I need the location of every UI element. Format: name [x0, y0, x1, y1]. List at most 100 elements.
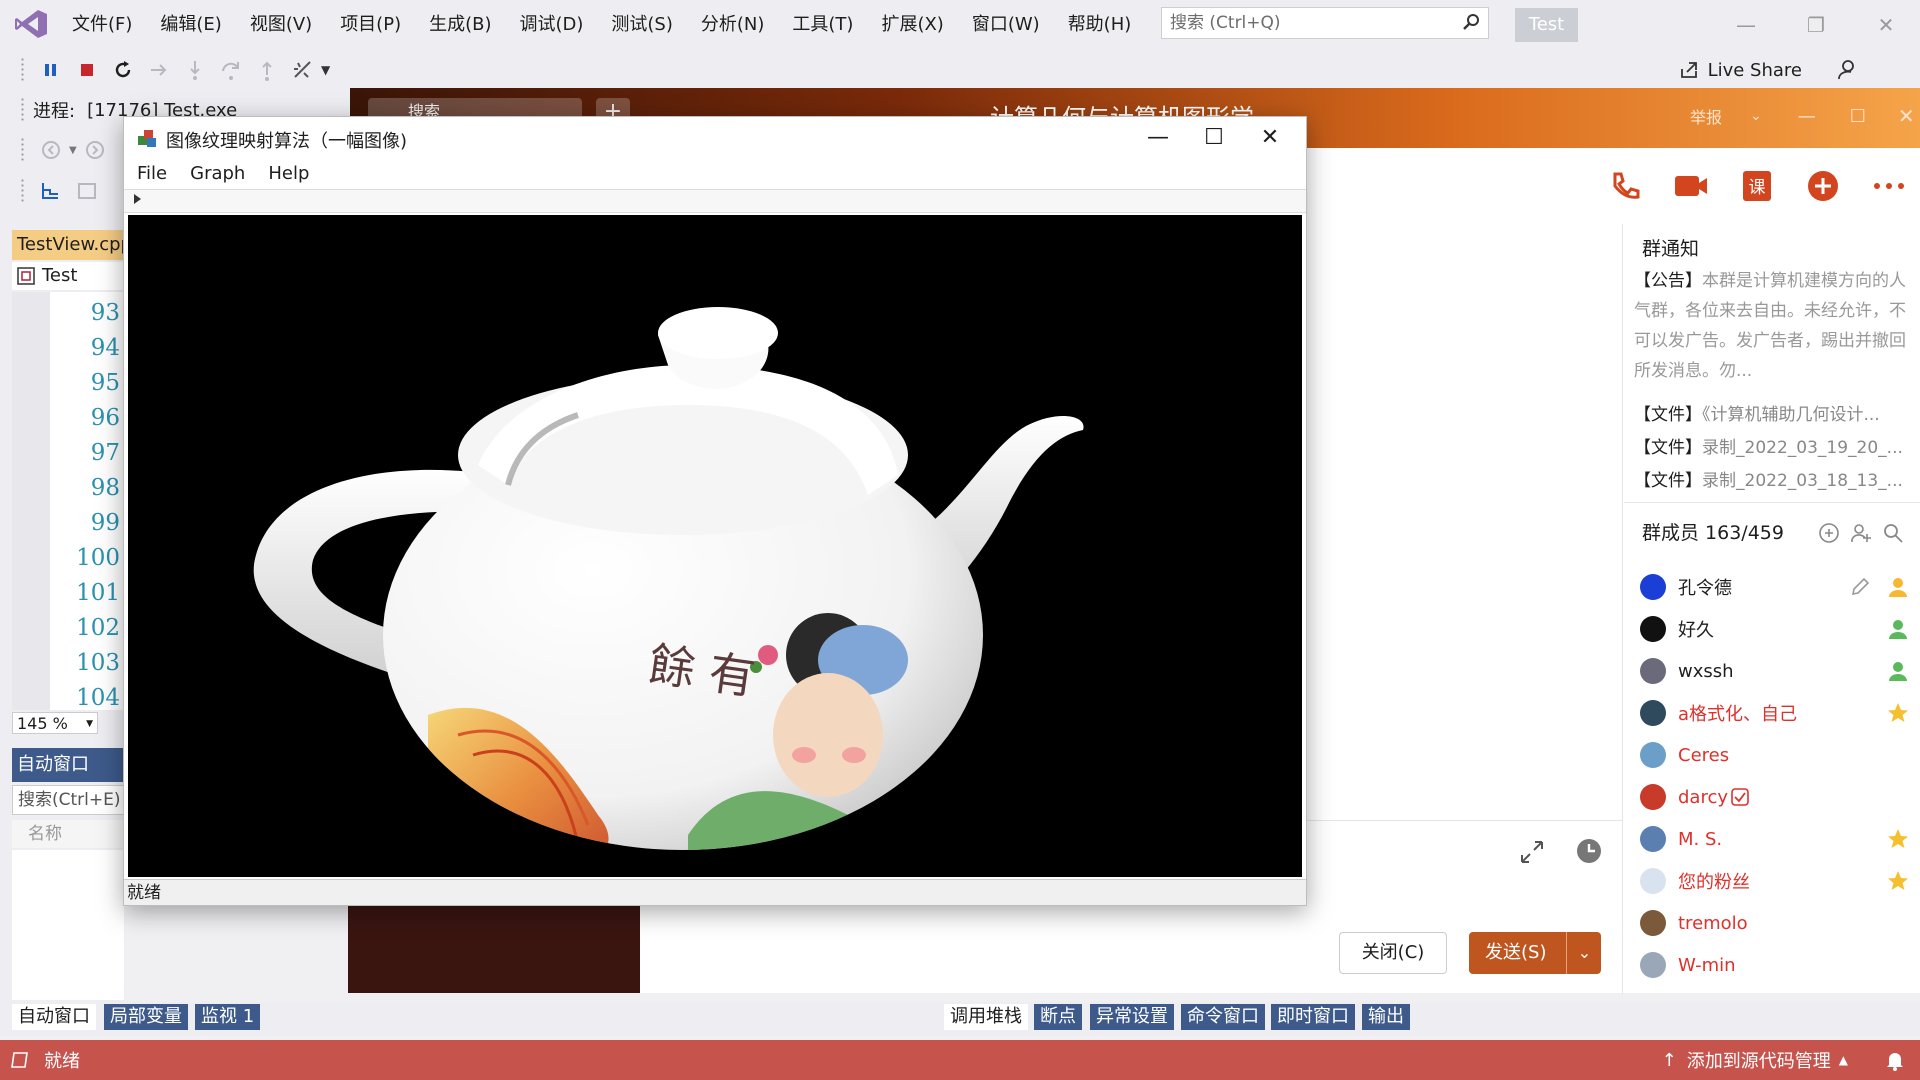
restart-icon[interactable]	[110, 57, 136, 83]
group-file-item[interactable]: 【文件】《计算机辅助几何设计...	[1634, 400, 1904, 425]
visual-studio-logo-icon[interactable]	[14, 8, 48, 40]
render-canvas[interactable]: 餘 有	[128, 215, 1302, 877]
chevron-down-icon[interactable]: ▼	[69, 145, 77, 156]
history-clock-icon[interactable]	[1574, 836, 1604, 866]
menu-help[interactable]: 帮助(H)	[1054, 0, 1146, 50]
menu-window[interactable]: 窗口(W)	[958, 0, 1054, 50]
menu-debug[interactable]: 调试(D)	[506, 0, 598, 50]
solution-name-badge[interactable]: Test	[1515, 8, 1578, 42]
hot-reload-icon[interactable]	[290, 57, 316, 83]
member-item[interactable]: 好久	[1640, 608, 1910, 650]
member-item[interactable]: 孔令德	[1640, 566, 1910, 608]
tab-auto-window[interactable]: 自动窗口	[12, 1004, 96, 1030]
tab-locals[interactable]: 局部变量	[104, 1004, 188, 1030]
qq-close-button[interactable]: ✕	[1898, 104, 1915, 128]
chevron-down-icon[interactable]: ▼	[86, 713, 93, 735]
member-item[interactable]: M. S.	[1640, 818, 1910, 860]
stop-icon[interactable]	[74, 57, 100, 83]
app-menu-file[interactable]: File	[124, 159, 177, 189]
auto-window-title[interactable]: 自动窗口	[12, 748, 124, 782]
document-tab-testview[interactable]: TestView.cpp	[12, 230, 124, 260]
app-minimize-button[interactable]: —	[1130, 121, 1186, 155]
menu-project[interactable]: 项目(P)	[326, 0, 415, 50]
group-file-item[interactable]: 【文件】录制_2022_03_18_13_...	[1634, 466, 1904, 491]
edit-icon[interactable]	[1848, 575, 1872, 599]
code-indicator-margin[interactable]	[12, 292, 50, 710]
comment-icon[interactable]	[74, 178, 100, 204]
feedback-icon[interactable]	[1836, 58, 1860, 82]
qq-maximize-button[interactable]: ☐	[1850, 106, 1866, 127]
zoom-combo[interactable]: 145 % ▼	[12, 712, 98, 734]
menu-analyze[interactable]: 分析(N)	[687, 0, 779, 50]
tab-command-window[interactable]: 命令窗口	[1181, 1004, 1265, 1030]
add-circle-icon[interactable]	[1803, 166, 1843, 206]
navigate-forward-icon[interactable]	[82, 137, 108, 163]
toolbar-grip[interactable]	[20, 137, 25, 163]
chevron-down-icon[interactable]: ⌄	[1750, 108, 1762, 124]
invite-user-icon[interactable]	[1850, 522, 1872, 544]
group-members-title[interactable]: 群成员 163/459	[1642, 518, 1784, 545]
notification-bell-icon[interactable]	[1884, 1049, 1906, 1071]
member-item[interactable]: W-min	[1640, 944, 1910, 986]
pause-icon[interactable]	[38, 57, 64, 83]
tab-exception-settings[interactable]: 异常设置	[1090, 1004, 1174, 1030]
expand-icon[interactable]	[1518, 838, 1546, 866]
video-call-icon[interactable]	[1671, 166, 1711, 206]
step-into-icon[interactable]	[182, 57, 208, 83]
add-to-source-control[interactable]: 添加到源代码管理	[1687, 1047, 1831, 1073]
tab-call-stack[interactable]: 调用堆栈	[944, 1004, 1028, 1030]
app-close-button[interactable]: ✕	[1242, 121, 1298, 155]
menu-view[interactable]: 视图(V)	[236, 0, 326, 50]
tab-watch-1[interactable]: 监视 1	[195, 1004, 261, 1030]
search-icon[interactable]	[1462, 13, 1480, 31]
app-menu-help[interactable]: Help	[255, 159, 319, 189]
app-title-bar[interactable]: 图像纹理映射算法（一幅图像) — ☐ ✕	[124, 117, 1306, 159]
auto-window-column-name[interactable]: 名称	[12, 820, 124, 848]
chevron-up-icon[interactable]: ▲	[1839, 1053, 1848, 1067]
tab-output[interactable]: 输出	[1362, 1004, 1410, 1030]
member-item[interactable]: darcy	[1640, 776, 1910, 818]
toolbar-grip[interactable]	[20, 57, 25, 83]
vs-restore-button[interactable]: ❐	[1796, 10, 1836, 40]
auto-window-search-input[interactable]: 搜索(Ctrl+E)	[12, 785, 124, 815]
show-next-statement-icon[interactable]	[146, 57, 172, 83]
tab-breakpoints[interactable]: 断点	[1034, 1004, 1082, 1030]
group-file-item[interactable]: 【文件】录制_2022_03_19_20_...	[1634, 433, 1904, 458]
step-over-icon[interactable]	[218, 57, 244, 83]
vs-search-input[interactable]: 搜索 (Ctrl+Q)	[1161, 7, 1489, 39]
member-item[interactable]: Ceres	[1640, 734, 1910, 776]
member-item[interactable]: wxssh	[1640, 650, 1910, 692]
menu-extensions[interactable]: 扩展(X)	[867, 0, 957, 50]
search-icon[interactable]	[1882, 522, 1904, 544]
play-arrow-icon[interactable]	[134, 194, 141, 204]
menu-build[interactable]: 生成(B)	[415, 0, 505, 50]
live-share-button[interactable]: Live Share	[1678, 58, 1860, 82]
add-member-icon[interactable]	[1818, 522, 1840, 544]
solution-explorer-icon[interactable]	[38, 178, 64, 204]
toolbar-grip[interactable]	[20, 178, 25, 204]
chevron-down-icon[interactable]: ⌄	[1566, 932, 1602, 974]
course-icon[interactable]: 课	[1737, 166, 1777, 206]
qq-close-chat-button[interactable]: 关闭(C)	[1339, 932, 1447, 974]
member-item[interactable]: tremolo	[1640, 902, 1910, 944]
vs-close-button[interactable]: ✕	[1866, 10, 1906, 40]
group-notice-text[interactable]: 【公告】本群是计算机建模方向的人气群，各位来去自由。未经允许，不可以发广告。发广…	[1634, 266, 1906, 386]
toolbar-overflow-icon[interactable]: ▼	[321, 63, 330, 77]
qq-report-link[interactable]: 举报 ⌄ — ☐ ✕	[1690, 104, 1915, 128]
menu-file[interactable]: 文件(F)	[58, 0, 146, 50]
menu-test[interactable]: 测试(S)	[597, 0, 686, 50]
toolbar-grip[interactable]	[20, 97, 25, 123]
phone-icon[interactable]	[1605, 166, 1645, 206]
app-maximize-button[interactable]: ☐	[1186, 121, 1242, 155]
vs-minimize-button[interactable]: —	[1726, 10, 1766, 40]
navigate-back-icon[interactable]	[38, 137, 64, 163]
qq-minimize-button[interactable]: —	[1798, 106, 1816, 127]
menu-tools[interactable]: 工具(T)	[778, 0, 867, 50]
member-item[interactable]: a格式化、自己	[1640, 692, 1910, 734]
member-item[interactable]: 您的粉丝	[1640, 860, 1910, 902]
step-out-icon[interactable]	[254, 57, 280, 83]
menu-edit[interactable]: 编辑(E)	[146, 0, 235, 50]
tab-immediate-window[interactable]: 即时窗口	[1271, 1004, 1355, 1030]
more-icon[interactable]	[1869, 166, 1909, 206]
app-menu-graph[interactable]: Graph	[177, 159, 255, 189]
